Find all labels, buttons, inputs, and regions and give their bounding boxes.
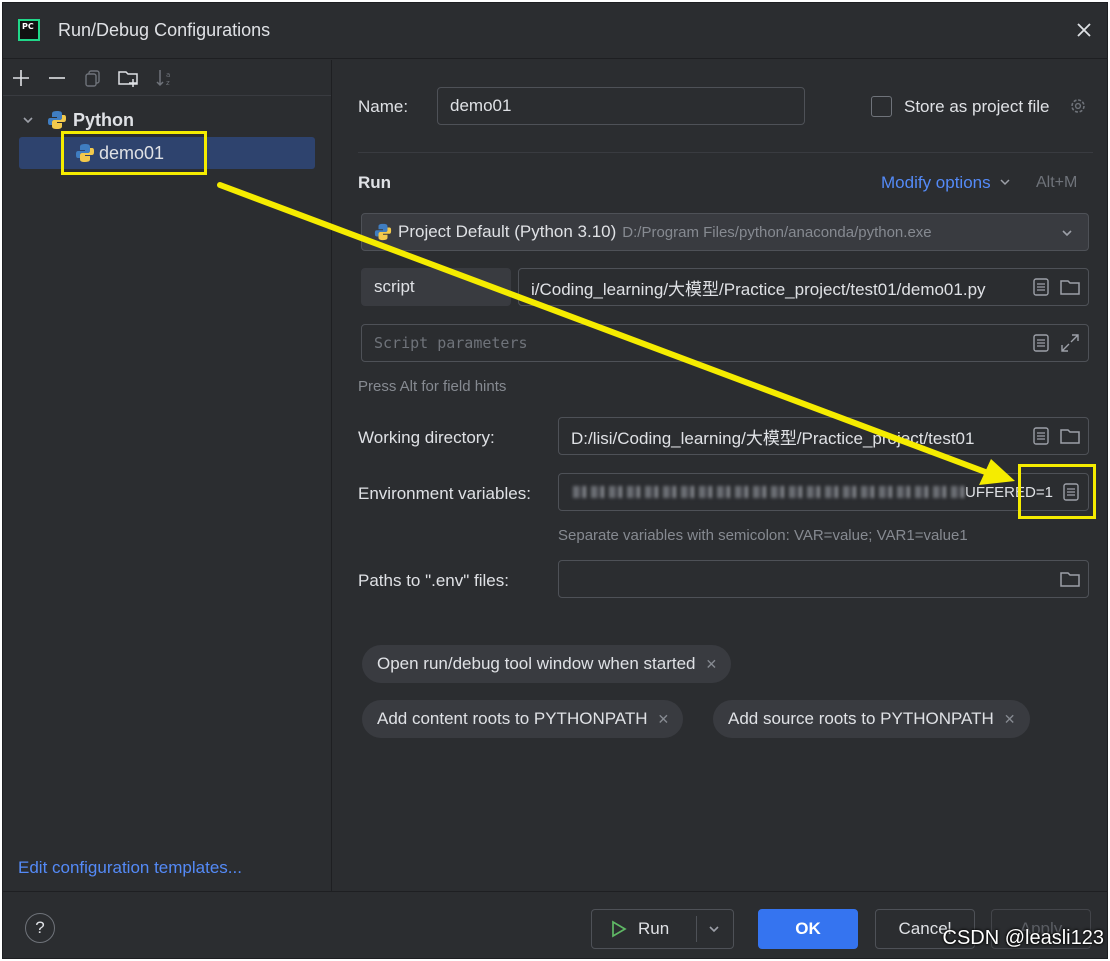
copy-icon[interactable] — [81, 66, 105, 90]
chip-label: Add source roots to PYTHONPATH — [728, 709, 994, 728]
working-directory-value: D:/lisi/Coding_learning/大模型/Practice_pro… — [571, 428, 975, 448]
blurred-env-content — [573, 486, 965, 498]
chevron-down-icon[interactable] — [707, 922, 721, 936]
window-title: Run/Debug Configurations — [58, 20, 271, 40]
option-chip-open-tool-window[interactable]: Open run/debug tool window when started ✕ — [362, 645, 732, 683]
list-icon[interactable] — [1032, 426, 1050, 446]
chip-label: Add content roots to PYTHONPATH — [377, 709, 648, 728]
dotenv-paths-input[interactable] — [558, 560, 1089, 598]
annotation-highlight-env-button — [1018, 464, 1096, 519]
new-folder-icon[interactable] — [117, 66, 141, 90]
parameters-icons — [1032, 333, 1080, 353]
interpreter-path: D:/Program Files/python/anaconda/python.… — [622, 223, 932, 241]
store-as-project-file-label: Store as project file — [904, 97, 1050, 116]
working-directory-label: Working directory: — [358, 428, 495, 447]
dotenv-paths-label: Paths to ".env" files: — [358, 571, 509, 590]
name-input[interactable]: demo01 — [437, 87, 805, 125]
title-bar: PC Run/Debug Configurations — [3, 3, 1107, 59]
run-section-title: Run — [358, 173, 392, 192]
folder-icon[interactable] — [1060, 569, 1080, 589]
name-label: Name: — [358, 97, 409, 116]
configuration-tree-panel: az Python demo01 Edit configuration temp… — [3, 60, 332, 891]
svg-text:z: z — [166, 79, 170, 87]
working-directory-input[interactable]: D:/lisi/Coding_learning/大模型/Practice_pro… — [558, 417, 1089, 455]
chevron-down-icon — [1000, 179, 1010, 186]
logo-text: PC — [22, 22, 34, 31]
field-hints-text: Press Alt for field hints — [358, 378, 507, 395]
store-as-project-file-checkbox[interactable] — [871, 96, 892, 117]
gear-icon[interactable] — [1069, 97, 1087, 115]
option-chip-content-roots[interactable]: Add content roots to PYTHONPATH ✕ — [362, 700, 684, 738]
modify-options-label: Modify options — [881, 173, 991, 192]
option-chip-source-roots[interactable]: Add source roots to PYTHONPATH ✕ — [713, 700, 1030, 738]
tree-toolbar: az — [3, 60, 331, 96]
python-icon — [47, 110, 67, 130]
split-divider — [696, 916, 697, 942]
script-path-value: i/Coding_learning/大模型/Practice_project/t… — [531, 279, 986, 299]
script-parameters-input[interactable]: Script parameters — [361, 324, 1089, 362]
run-button-label: Run — [638, 919, 670, 938]
script-path-input[interactable]: i/Coding_learning/大模型/Practice_project/t… — [518, 268, 1089, 306]
chevron-down-icon — [1062, 230, 1072, 237]
run-button[interactable]: Run — [591, 909, 734, 949]
environment-variables-label: Environment variables: — [358, 484, 531, 503]
watermark-text: CSDN @leasli123 — [942, 927, 1104, 949]
edit-configuration-templates-link[interactable]: Edit configuration templates... — [18, 858, 242, 878]
dotenv-icons — [1060, 569, 1080, 589]
dialog-footer: ? Run OK Cancel Apply — [3, 891, 1107, 958]
run-debug-dialog: PC Run/Debug Configurations az Python de… — [2, 2, 1108, 959]
add-icon[interactable] — [9, 66, 33, 90]
interpreter-name: Project Default (Python 3.10) — [398, 222, 617, 241]
modify-options-shortcut: Alt+M — [1036, 174, 1078, 191]
list-icon[interactable] — [1032, 333, 1050, 353]
python-icon — [374, 223, 392, 241]
chevron-down-icon — [23, 117, 33, 124]
divider — [358, 152, 1093, 153]
chip-label: Open run/debug tool window when started — [377, 654, 696, 673]
annotation-highlight-demo01 — [61, 131, 207, 175]
remove-chip-icon[interactable]: ✕ — [658, 711, 670, 728]
list-icon[interactable] — [1032, 277, 1050, 297]
script-parameters-placeholder: Script parameters — [374, 334, 528, 352]
configuration-form: Name: demo01 Store as project file Run M… — [333, 60, 1107, 891]
sort-icon[interactable]: az — [153, 66, 177, 90]
help-button[interactable]: ? — [25, 913, 55, 943]
pycharm-logo-icon: PC — [18, 19, 40, 41]
expand-icon[interactable] — [1060, 333, 1080, 353]
script-type-select[interactable]: script — [361, 268, 511, 306]
tree-group-label: Python — [73, 109, 134, 130]
modify-options-link[interactable]: Modify options — [881, 173, 1011, 193]
interpreter-select[interactable]: Project Default (Python 3.10) D:/Program… — [361, 213, 1089, 251]
remove-chip-icon[interactable]: ✕ — [705, 656, 717, 673]
environment-variables-hint: Separate variables with semicolon: VAR=v… — [558, 527, 968, 544]
remove-chip-icon[interactable]: ✕ — [1004, 711, 1016, 728]
script-path-icons — [1032, 277, 1080, 297]
play-icon — [612, 920, 627, 938]
remove-icon[interactable] — [45, 66, 69, 90]
folder-icon[interactable] — [1060, 426, 1080, 446]
folder-icon[interactable] — [1060, 277, 1080, 297]
ok-button[interactable]: OK — [758, 909, 858, 949]
working-directory-icons — [1032, 426, 1080, 446]
close-icon[interactable] — [1071, 17, 1097, 43]
svg-text:a: a — [166, 71, 170, 79]
environment-variables-input[interactable]: UFFERED=1 — [558, 473, 1089, 511]
